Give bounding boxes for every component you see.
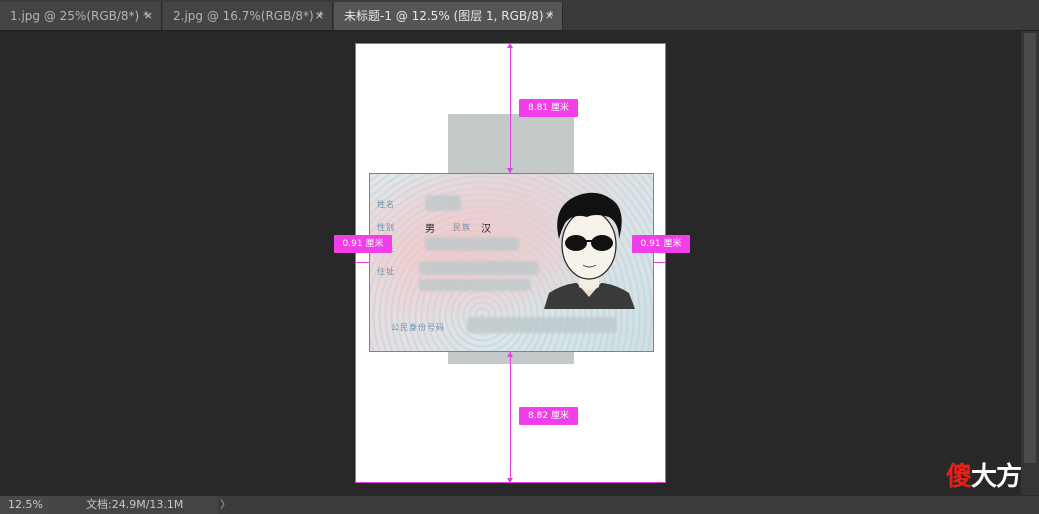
right-distance-badge: 0.91 厘米: [632, 235, 690, 253]
arrow-up-icon: [507, 43, 513, 48]
arrow-down-icon: [507, 168, 513, 173]
status-bar: 12.5% 文档:24.9M/13.1M 〉: [0, 495, 1039, 514]
arrow-down-icon: [507, 478, 513, 483]
top-distance-badge: 8.81 厘米: [519, 99, 578, 117]
close-icon[interactable]: ×: [315, 2, 324, 30]
top-distance-line: [510, 43, 511, 173]
tab-label: 未标题-1 @ 12.5% (图层 1, RGB/8) *: [344, 9, 554, 23]
tab-untitled-1[interactable]: 未标题-1 @ 12.5% (图层 1, RGB/8) * ×: [334, 2, 563, 30]
tab-2-jpg[interactable]: 2.jpg @ 16.7%(RGB/8*) * ×: [163, 2, 333, 30]
arrow-up-icon: [507, 352, 513, 357]
left-distance-line: [355, 262, 369, 263]
left-distance-badge: 0.91 厘米: [334, 235, 392, 253]
right-distance-line: [653, 262, 665, 263]
watermark-first-char: 傻: [946, 462, 972, 492]
watermark-logo: 傻大方: [946, 456, 1022, 493]
bottom-distance-line: [510, 352, 511, 483]
bottom-distance-badge: 8.82 厘米: [519, 407, 578, 425]
zoom-level[interactable]: 12.5%: [0, 496, 48, 514]
document-size-info[interactable]: 文档:24.9M/13.1M: [48, 496, 218, 514]
close-icon[interactable]: ×: [545, 2, 554, 30]
tab-1-jpg[interactable]: 1.jpg @ 25%(RGB/8*) * ×: [0, 2, 162, 30]
vertical-scrollbar[interactable]: [1021, 31, 1039, 495]
close-icon[interactable]: ×: [144, 2, 153, 30]
scrollbar-thumb[interactable]: [1024, 33, 1036, 463]
selection-bounds-guide: [369, 173, 654, 352]
chevron-right-icon[interactable]: 〉: [220, 496, 231, 514]
tab-label: 2.jpg @ 16.7%(RGB/8*) *: [173, 9, 324, 23]
document-tab-bar: 1.jpg @ 25%(RGB/8*) * × 2.jpg @ 16.7%(RG…: [0, 0, 1039, 31]
tab-label: 1.jpg @ 25%(RGB/8*) *: [10, 9, 150, 23]
watermark-rest: 大方: [971, 462, 1022, 492]
